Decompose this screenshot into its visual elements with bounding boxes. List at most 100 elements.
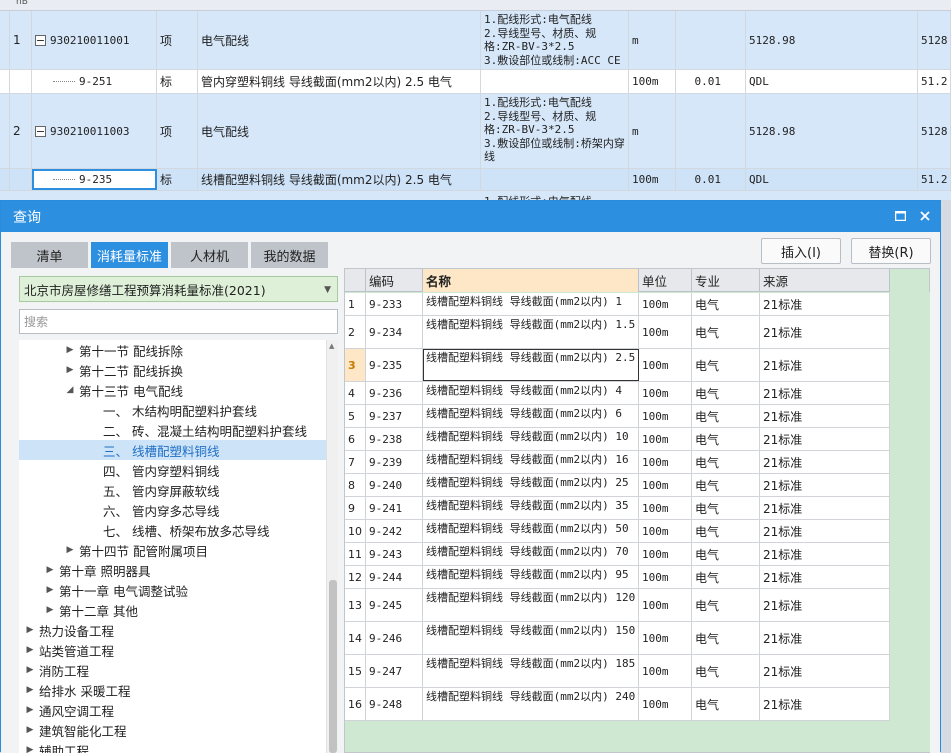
cell-unit[interactable]: 100m: [639, 520, 692, 542]
cell-src[interactable]: 21标准: [760, 622, 890, 654]
cell-spec[interactable]: 电气: [692, 405, 760, 427]
grid-cell-gutter[interactable]: [0, 169, 10, 190]
cell-idx[interactable]: 6: [345, 428, 366, 450]
grid-cell-no[interactable]: 1: [10, 11, 32, 69]
expand-arrow-icon[interactable]: ▶: [43, 565, 57, 575]
cell-code[interactable]: 9-233: [366, 293, 423, 315]
cell-idx[interactable]: 3: [345, 349, 366, 381]
grid-cell-gutter[interactable]: [0, 70, 10, 93]
table-row[interactable]: 59-237线槽配塑料铜线 导线截面(mm2以内) 6100m电气21标准: [345, 405, 890, 428]
grid-cell-features[interactable]: 1.配线形式:电气配线 2.导线型号、材质、规格:ZR-BV-3*2.5 3.敷…: [481, 94, 629, 168]
collapse-arrow-icon[interactable]: ◢: [63, 385, 77, 395]
cell-unit[interactable]: 100m: [639, 428, 692, 450]
cell-spec[interactable]: 电气: [692, 451, 760, 473]
table-row[interactable]: 159-247线槽配塑料铜线 导线截面(mm2以内) 185100m电气21标准: [345, 655, 890, 688]
cell-code[interactable]: 9-235: [366, 349, 423, 381]
tab-consumption-standard[interactable]: 消耗量标准: [91, 242, 168, 268]
cell-name[interactable]: 线槽配塑料铜线 导线截面(mm2以内) 4: [423, 382, 639, 404]
grid-cell-features[interactable]: 1.配线形式:电气配线 2.导线型号、材质、规格:ZR-BV-3*2.5 3.敷…: [481, 11, 629, 69]
grid-cell-unit[interactable]: 100m: [629, 70, 676, 93]
cell-unit[interactable]: 100m: [639, 405, 692, 427]
cell-unit[interactable]: 100m: [639, 316, 692, 348]
cell-unit[interactable]: 100m: [639, 497, 692, 519]
cell-idx[interactable]: 2: [345, 316, 366, 348]
tree-item[interactable]: ▶第十章 照明器具: [19, 560, 327, 580]
expand-arrow-icon[interactable]: ▶: [63, 365, 77, 375]
cell-spec[interactable]: 电气: [692, 520, 760, 542]
grid-cell-type[interactable]: 项: [157, 11, 198, 69]
tab-my-data[interactable]: 我的数据: [251, 242, 328, 268]
grid-cell-type[interactable]: 标: [157, 70, 198, 93]
grid-cell-no[interactable]: 2: [10, 94, 32, 168]
cell-name[interactable]: 线槽配塑料铜线 导线截面(mm2以内) 120: [423, 589, 639, 621]
cell-src[interactable]: 21标准: [760, 316, 890, 348]
cell-spec[interactable]: 电气: [692, 497, 760, 519]
cell-src[interactable]: 21标准: [760, 655, 890, 687]
search-input[interactable]: 搜索: [19, 309, 338, 334]
cell-code[interactable]: 9-237: [366, 405, 423, 427]
cell-unit[interactable]: 100m: [639, 382, 692, 404]
cell-idx[interactable]: 15: [345, 655, 366, 687]
cell-code[interactable]: 9-236: [366, 382, 423, 404]
expand-arrow-icon[interactable]: ▶: [23, 685, 37, 695]
cell-unit[interactable]: 100m: [639, 474, 692, 496]
cell-code[interactable]: 9-240: [366, 474, 423, 496]
expand-arrow-icon[interactable]: ▶: [23, 665, 37, 675]
cell-code[interactable]: 9-244: [366, 566, 423, 588]
grid-cell-price[interactable]: QDL: [746, 70, 918, 93]
tree-item[interactable]: ▶第十二节 配线拆换: [19, 360, 327, 380]
table-row[interactable]: 109-242线槽配塑料铜线 导线截面(mm2以内) 50100m电气21标准: [345, 520, 890, 543]
tree-item[interactable]: ▶辅助工程: [19, 740, 327, 753]
grid-cell-qty[interactable]: 0.01: [676, 70, 746, 93]
cell-name[interactable]: 线槽配塑料铜线 导线截面(mm2以内) 50: [423, 520, 639, 542]
expand-arrow-icon[interactable]: ▶: [23, 725, 37, 735]
cell-code[interactable]: 9-242: [366, 520, 423, 542]
tree-item[interactable]: ▶通风空调工程: [19, 700, 327, 720]
cell-unit[interactable]: 100m: [639, 349, 692, 381]
cell-name[interactable]: 线槽配塑料铜线 导线截面(mm2以内) 150: [423, 622, 639, 654]
cell-name[interactable]: 线槽配塑料铜线 导线截面(mm2以内) 6: [423, 405, 639, 427]
grid-cell-name[interactable]: 线槽配塑料铜线 导线截面(mm2以内) 2.5 电气: [198, 169, 481, 190]
cell-idx[interactable]: 8: [345, 474, 366, 496]
cell-idx[interactable]: 13: [345, 589, 366, 621]
tree-item[interactable]: 六、 管内穿多芯导线: [19, 500, 327, 520]
grid-cell-no[interactable]: [10, 169, 32, 190]
cell-unit[interactable]: 100m: [639, 688, 692, 720]
grid-cell-gutter[interactable]: [0, 11, 10, 69]
cell-src[interactable]: 21标准: [760, 428, 890, 450]
cell-spec[interactable]: 电气: [692, 655, 760, 687]
cell-idx[interactable]: 11: [345, 543, 366, 565]
tree-item[interactable]: ▶站类管道工程: [19, 640, 327, 660]
cell-idx[interactable]: 7: [345, 451, 366, 473]
tree-item[interactable]: ▶第十四节 配管附属项目: [19, 540, 327, 560]
cell-code[interactable]: 9-239: [366, 451, 423, 473]
collapse-icon[interactable]: −: [35, 35, 46, 46]
cell-unit[interactable]: 100m: [639, 566, 692, 588]
cell-name[interactable]: 线槽配塑料铜线 导线截面(mm2以内) 185: [423, 655, 639, 687]
grid-row[interactable]: 2−930210011003项电气配线1.配线形式:电气配线 2.导线型号、材质…: [0, 94, 951, 169]
cell-src[interactable]: 21标准: [760, 382, 890, 404]
table-row[interactable]: 19-233线槽配塑料铜线 导线截面(mm2以内) 1100m电气21标准: [345, 293, 890, 316]
grid-cell-qty[interactable]: 0.01: [676, 169, 746, 190]
grid-cell-code[interactable]: 9-251: [32, 70, 157, 93]
replace-button[interactable]: 替换(R): [851, 238, 931, 264]
tree-item[interactable]: ▶给排水 采暖工程: [19, 680, 327, 700]
cell-name[interactable]: 线槽配塑料铜线 导线截面(mm2以内) 16: [423, 451, 639, 473]
cell-src[interactable]: 21标准: [760, 589, 890, 621]
cell-src[interactable]: 21标准: [760, 293, 890, 315]
cell-code[interactable]: 9-238: [366, 428, 423, 450]
grid-cell-qty[interactable]: [676, 11, 746, 69]
table-row[interactable]: 69-238线槽配塑料铜线 导线截面(mm2以内) 10100m电气21标准: [345, 428, 890, 451]
expand-arrow-icon[interactable]: ▶: [23, 645, 37, 655]
table-row[interactable]: 29-234线槽配塑料铜线 导线截面(mm2以内) 1.5100m电气21标准: [345, 316, 890, 349]
grid-row[interactable]: 1−930210011001项电气配线1.配线形式:电气配线 2.导线型号、材质…: [0, 11, 951, 70]
tree-item[interactable]: ▶第十二章 其他: [19, 600, 327, 620]
tab-labor-material-machine[interactable]: 人材机: [171, 242, 248, 268]
cell-idx[interactable]: 4: [345, 382, 366, 404]
cell-src[interactable]: 21标准: [760, 520, 890, 542]
dialog-titlebar[interactable]: 查询: [1, 201, 940, 232]
cell-src[interactable]: 21标准: [760, 688, 890, 720]
grid-cell-unit[interactable]: m: [629, 11, 676, 69]
expand-arrow-icon[interactable]: ▶: [43, 585, 57, 595]
grid-cell-qty[interactable]: [676, 94, 746, 168]
